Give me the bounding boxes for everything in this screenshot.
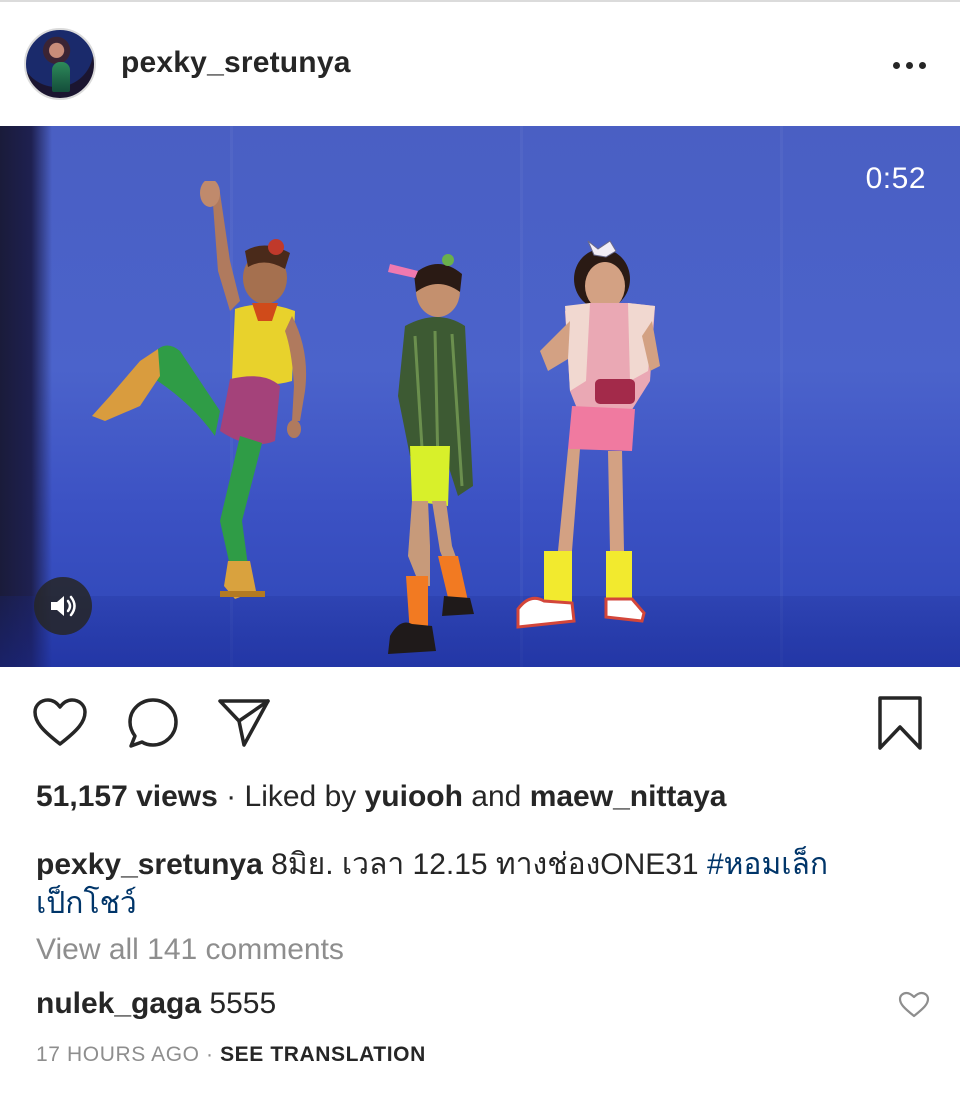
liked-by-label: Liked by [244,780,357,813]
speaker-icon [51,595,76,617]
comment-text: 5555 [209,987,277,1020]
bookmark-icon [878,696,922,750]
see-translation-link[interactable]: SEE TRANSLATION [220,1043,426,1066]
audio-toggle-button[interactable] [34,577,92,635]
separator-dot: · [226,780,237,813]
dancer-left-figure [92,181,307,599]
caption-text: 8มิย. เวลา 12.15 ทางช่องONE31 [271,848,699,881]
save-button[interactable] [872,695,928,751]
share-button[interactable] [216,695,272,751]
comment-bubble-icon [128,698,178,748]
avatar[interactable] [24,28,96,100]
hashtag-link[interactable]: #หอมเล็ก [707,848,828,881]
caption: pexky_sretunya 8มิย. เวลา 12.15 ทางช่องO… [36,841,828,888]
caption-continued: เป็กโชว์ [36,880,137,927]
comment-button[interactable] [125,695,181,751]
caption-username[interactable]: pexky_sretunya [36,848,263,881]
comment-item: nulek_gaga 5555 [36,987,276,1021]
heart-icon [33,698,87,746]
video-duration: 0:52 [865,162,926,195]
post-meta: 17 HOURS AGO · SEE TRANSLATION [36,1043,426,1067]
heart-icon [898,991,930,1018]
hashtag-link-continued[interactable]: เป็กโชว์ [36,887,137,920]
dancer-middle-figure [388,254,474,654]
comment-username[interactable]: nulek_gaga [36,987,201,1020]
like-button[interactable] [32,695,88,751]
meta-dot: · [206,1043,214,1066]
post-video[interactable]: 0:52 [0,126,960,667]
and-label: and [471,780,522,813]
views-and-likes: 51,157 views · Liked by yuiooh and maew_… [36,780,726,814]
post-header: pexky_sretunya [0,2,960,126]
ellipsis-icon [892,61,900,69]
ellipsis-dot [918,61,926,69]
ellipsis-dot [905,61,913,69]
post-username[interactable]: pexky_sretunya [121,46,351,80]
view-count[interactable]: 51,157 views [36,780,218,813]
post-time: 17 HOURS AGO [36,1043,200,1066]
view-all-comments-link[interactable]: View all 141 comments [36,933,344,967]
comment-like-button[interactable] [898,991,930,1019]
paper-plane-icon [218,699,270,747]
more-options-button[interactable] [886,50,932,80]
liked-user-link[interactable]: maew_nittaya [530,780,727,813]
liked-user-link[interactable]: yuiooh [365,780,463,813]
post-action-bar [0,667,960,777]
dancer-right-figure [516,240,660,629]
backdrop-fold [780,126,783,667]
